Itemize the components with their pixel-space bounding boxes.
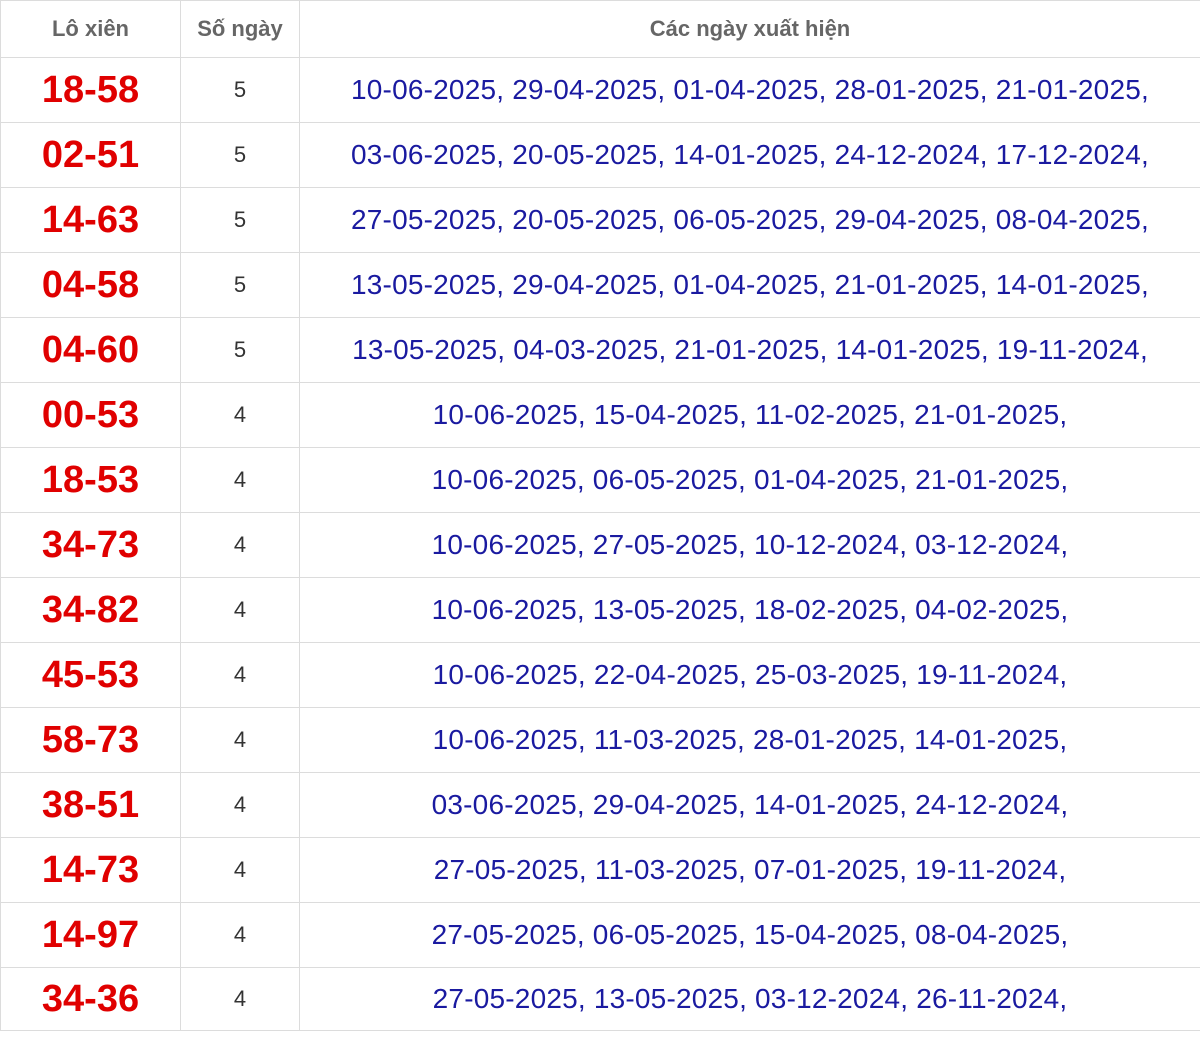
count-cell: 4 [180, 967, 300, 1031]
count-cell: 4 [180, 447, 300, 513]
pair-cell: 14-97 [0, 902, 181, 968]
pair-cell: 34-82 [0, 577, 181, 643]
count-cell: 4 [180, 642, 300, 708]
dates-cell: 03-06-2025, 20-05-2025, 14-01-2025, 24-1… [299, 122, 1200, 188]
pair-cell: 18-53 [0, 447, 181, 513]
count-cell: 4 [180, 577, 300, 643]
table-row: 18-53 4 10-06-2025, 06-05-2025, 01-04-2025… [0, 447, 1200, 513]
dates-cell: 10-06-2025, 29-04-2025, 01-04-2025, 28-0… [299, 57, 1200, 123]
pair-cell: 04-58 [0, 252, 181, 318]
count-cell: 4 [180, 837, 300, 903]
table-row: 34-36 4 27-05-2025, 13-05-2025, 03-12-2024… [0, 967, 1200, 1031]
table-row: 18-58 5 10-06-2025, 29-04-2025, 01-04-2025… [0, 57, 1200, 123]
table-row: 58-73 4 10-06-2025, 11-03-2025, 28-01-2025… [0, 707, 1200, 773]
count-cell: 5 [180, 122, 300, 188]
pair-cell: 04-60 [0, 317, 181, 383]
dates-cell: 10-06-2025, 06-05-2025, 01-04-2025, 21-0… [299, 447, 1200, 513]
pair-cell: 34-36 [0, 967, 181, 1031]
table-body: 18-58 5 10-06-2025, 29-04-2025, 01-04-2025… [0, 57, 1200, 1031]
dates-cell: 27-05-2025, 13-05-2025, 03-12-2024, 26-1… [299, 967, 1200, 1031]
pair-cell: 45-53 [0, 642, 181, 708]
pair-cell: 14-73 [0, 837, 181, 903]
header-row: Lô xiên Số ngày Các ngày xuất hiện [0, 0, 1200, 58]
dates-cell: 10-06-2025, 11-03-2025, 28-01-2025, 14-0… [299, 707, 1200, 773]
header-pair: Lô xiên [0, 0, 181, 58]
dates-cell: 13-05-2025, 04-03-2025, 21-01-2025, 14-0… [299, 317, 1200, 383]
pair-cell: 38-51 [0, 772, 181, 838]
count-cell: 4 [180, 772, 300, 838]
table-row: 04-60 5 13-05-2025, 04-03-2025, 21-01-2025… [0, 317, 1200, 383]
count-cell: 5 [180, 57, 300, 123]
lottery-pair-table: Lô xiên Số ngày Các ngày xuất hiện 18-58… [0, 0, 1200, 1031]
table-row: 00-53 4 10-06-2025, 15-04-2025, 11-02-2025… [0, 382, 1200, 448]
table-row: 34-82 4 10-06-2025, 13-05-2025, 18-02-2025… [0, 577, 1200, 643]
pair-cell: 34-73 [0, 512, 181, 578]
table-row: 14-73 4 27-05-2025, 11-03-2025, 07-01-2025… [0, 837, 1200, 903]
dates-cell: 10-06-2025, 13-05-2025, 18-02-2025, 04-0… [299, 577, 1200, 643]
table-row: 14-63 5 27-05-2025, 20-05-2025, 06-05-2025… [0, 187, 1200, 253]
table-row: 04-58 5 13-05-2025, 29-04-2025, 01-04-2025… [0, 252, 1200, 318]
table-header: Lô xiên Số ngày Các ngày xuất hiện [0, 0, 1200, 58]
table-row: 02-51 5 03-06-2025, 20-05-2025, 14-01-2025… [0, 122, 1200, 188]
table-row: 34-73 4 10-06-2025, 27-05-2025, 10-12-2024… [0, 512, 1200, 578]
table-row: 14-97 4 27-05-2025, 06-05-2025, 15-04-2025… [0, 902, 1200, 968]
pair-cell: 00-53 [0, 382, 181, 448]
dates-cell: 10-06-2025, 27-05-2025, 10-12-2024, 03-1… [299, 512, 1200, 578]
dates-cell: 03-06-2025, 29-04-2025, 14-01-2025, 24-1… [299, 772, 1200, 838]
dates-cell: 27-05-2025, 11-03-2025, 07-01-2025, 19-1… [299, 837, 1200, 903]
count-cell: 5 [180, 317, 300, 383]
dates-cell: 27-05-2025, 06-05-2025, 15-04-2025, 08-0… [299, 902, 1200, 968]
dates-cell: 27-05-2025, 20-05-2025, 06-05-2025, 29-0… [299, 187, 1200, 253]
dates-cell: 13-05-2025, 29-04-2025, 01-04-2025, 21-0… [299, 252, 1200, 318]
count-cell: 5 [180, 252, 300, 318]
header-dates: Các ngày xuất hiện [299, 0, 1200, 58]
pair-cell: 14-63 [0, 187, 181, 253]
header-count: Số ngày [180, 0, 300, 58]
count-cell: 4 [180, 512, 300, 578]
dates-cell: 10-06-2025, 22-04-2025, 25-03-2025, 19-1… [299, 642, 1200, 708]
pair-cell: 58-73 [0, 707, 181, 773]
count-cell: 5 [180, 187, 300, 253]
count-cell: 4 [180, 707, 300, 773]
count-cell: 4 [180, 902, 300, 968]
pair-cell: 02-51 [0, 122, 181, 188]
table-row: 38-51 4 03-06-2025, 29-04-2025, 14-01-2025… [0, 772, 1200, 838]
dates-cell: 10-06-2025, 15-04-2025, 11-02-2025, 21-0… [299, 382, 1200, 448]
count-cell: 4 [180, 382, 300, 448]
pair-cell: 18-58 [0, 57, 181, 123]
table-row: 45-53 4 10-06-2025, 22-04-2025, 25-03-2025… [0, 642, 1200, 708]
